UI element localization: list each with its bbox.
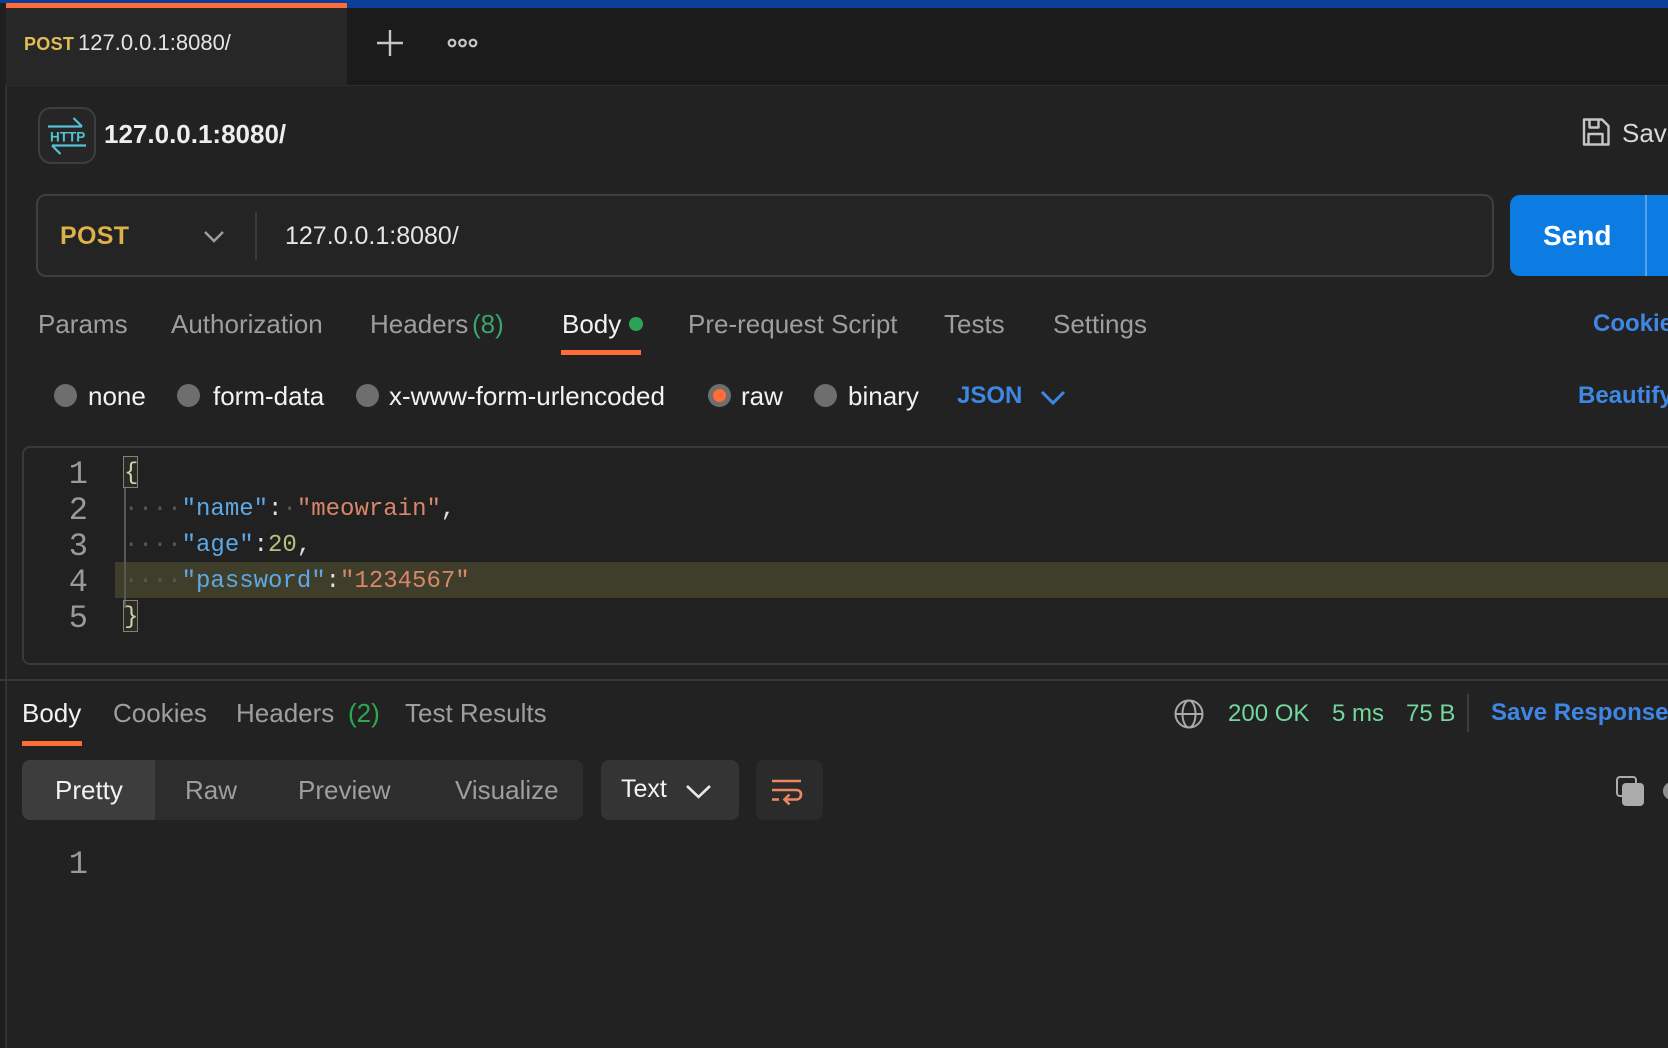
svg-text:HTTP: HTTP — [50, 130, 85, 145]
